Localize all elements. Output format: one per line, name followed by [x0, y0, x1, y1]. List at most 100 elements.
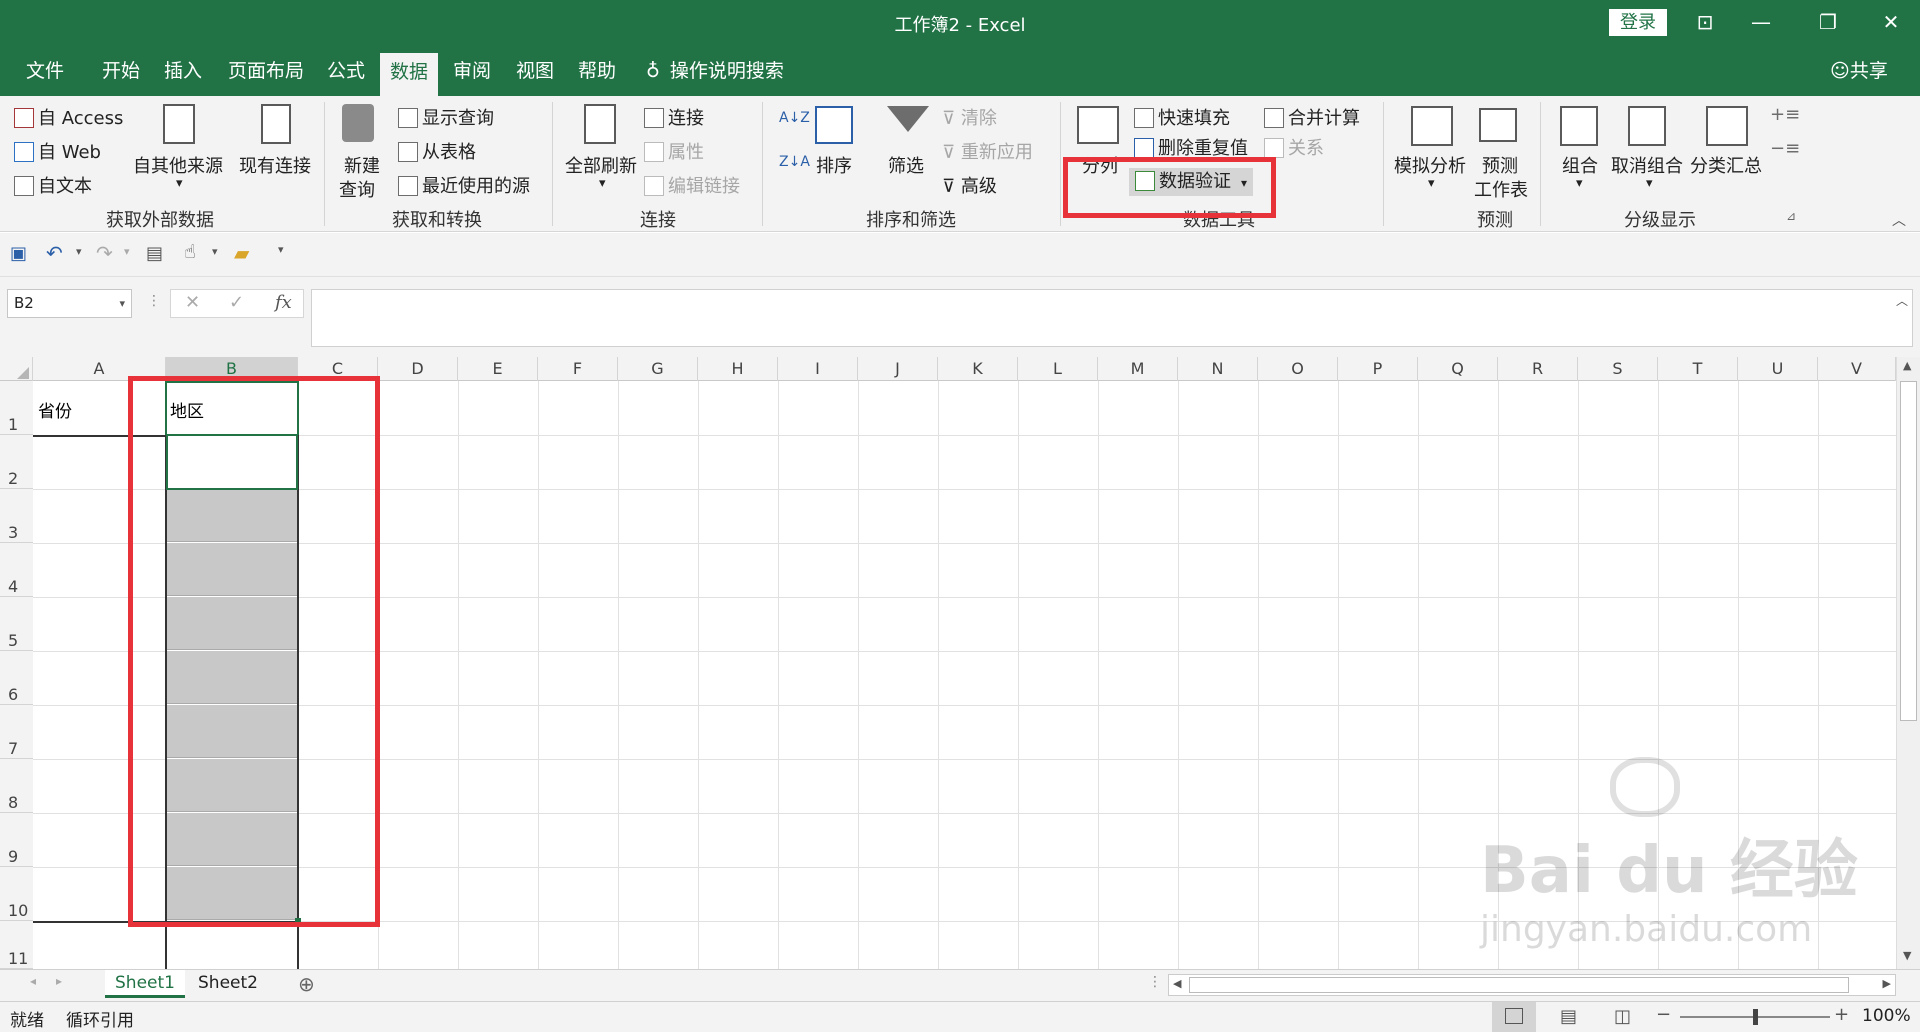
close-icon[interactable]: ✕	[1868, 6, 1914, 38]
show-detail-icon[interactable]: +≡	[1770, 104, 1800, 125]
insert-function-icon[interactable]: fx	[275, 292, 292, 313]
sort-ascending-icon[interactable]: A↓Z	[779, 110, 810, 126]
scroll-thumb[interactable]	[1900, 381, 1917, 721]
filter-button[interactable]: 筛选	[888, 152, 924, 178]
prev-sheet-icon[interactable]: ◂	[30, 974, 36, 988]
login-button[interactable]: 登录	[1609, 9, 1667, 36]
sort-descending-icon[interactable]: Z↓A	[779, 154, 810, 170]
tab-page-layout[interactable]: 页面布局	[228, 56, 304, 92]
column-header-N[interactable]: N	[1178, 357, 1258, 381]
column-header-G[interactable]: G	[618, 357, 698, 381]
column-header-H[interactable]: H	[698, 357, 778, 381]
zoom-slider[interactable]	[1680, 1009, 1830, 1025]
touch-dropdown-icon[interactable]: ▾	[212, 245, 218, 258]
from-text-button[interactable]: 自文本	[14, 172, 92, 198]
column-header-P[interactable]: P	[1338, 357, 1418, 381]
column-header-L[interactable]: L	[1018, 357, 1098, 381]
customize-qat-icon[interactable]: ▾	[278, 243, 284, 256]
column-header-E[interactable]: E	[458, 357, 538, 381]
horizontal-scrollbar[interactable]: ◀ ▶	[1168, 974, 1896, 996]
scroll-left-icon[interactable]: ◀	[1173, 977, 1181, 990]
flash-fill-button[interactable]: 快速填充	[1134, 104, 1230, 130]
advanced-filter-button[interactable]: ⊽ 高级	[942, 172, 997, 198]
page-break-view-icon[interactable]: ◫	[1614, 1006, 1631, 1027]
row-header-2[interactable]: 2	[0, 435, 33, 489]
touch-mode-icon[interactable]: ☝	[184, 241, 196, 263]
next-sheet-icon[interactable]: ▸	[56, 974, 62, 988]
row-header-9[interactable]: 9	[0, 813, 33, 867]
scroll-down-icon[interactable]: ▼	[1903, 949, 1911, 962]
zoom-out-icon[interactable]: −	[1656, 1004, 1671, 1025]
column-header-S[interactable]: S	[1578, 357, 1658, 381]
refresh-all-button[interactable]: 全部刷新	[565, 152, 637, 178]
tab-data[interactable]: 数据	[380, 53, 439, 96]
splitter-icon[interactable]: ⋮	[1148, 974, 1162, 990]
tab-view[interactable]: 视图	[516, 56, 554, 92]
ribbon-display-icon[interactable]: ⊡	[1682, 6, 1728, 38]
hide-detail-icon[interactable]: −≡	[1770, 138, 1800, 159]
print-preview-icon[interactable]: ▤	[146, 243, 163, 264]
column-header-R[interactable]: R	[1498, 357, 1578, 381]
existing-connections-button[interactable]: 现有连接	[239, 152, 311, 178]
scroll-right-icon[interactable]: ▶	[1883, 977, 1891, 990]
minimize-icon[interactable]: —	[1738, 6, 1784, 38]
share-button[interactable]: ☺共享	[1830, 56, 1888, 86]
column-header-T[interactable]: T	[1658, 357, 1738, 381]
column-header-F[interactable]: F	[538, 357, 618, 381]
from-web-button[interactable]: 自 Web	[14, 138, 101, 164]
recent-sources-button[interactable]: 最近使用的源	[398, 172, 530, 198]
page-layout-view-icon[interactable]: ▤	[1560, 1006, 1577, 1027]
collapse-ribbon-icon[interactable]: ︿	[1892, 210, 1906, 230]
ungroup-button[interactable]: 取消组合	[1611, 152, 1683, 178]
select-all-corner[interactable]	[0, 357, 33, 381]
column-header-J[interactable]: J	[858, 357, 938, 381]
tab-home[interactable]: 开始	[102, 56, 140, 92]
restore-icon[interactable]: ❐	[1805, 6, 1851, 38]
zoom-in-icon[interactable]: +	[1834, 1004, 1849, 1025]
zoom-slider-thumb[interactable]	[1753, 1009, 1758, 1025]
tab-formulas[interactable]: 公式	[327, 56, 365, 92]
properties-button[interactable]: 属性	[644, 138, 704, 164]
save-icon[interactable]: ▣	[10, 243, 27, 264]
tell-me-search[interactable]: ♁ 操作说明搜索	[646, 56, 784, 86]
new-query-button-line2[interactable]: 查询	[339, 176, 375, 202]
add-sheet-icon[interactable]: ⊕	[298, 972, 315, 996]
column-header-M[interactable]: M	[1098, 357, 1178, 381]
cancel-icon[interactable]: ✕	[185, 292, 200, 313]
what-if-button[interactable]: 模拟分析	[1394, 152, 1466, 178]
column-header-D[interactable]: D	[378, 357, 458, 381]
row-header-8[interactable]: 8	[0, 759, 33, 813]
row-header-5[interactable]: 5	[0, 597, 33, 651]
undo-dropdown-icon[interactable]: ▾	[76, 245, 82, 258]
new-query-button-line1[interactable]: 新建	[344, 152, 380, 178]
enter-icon[interactable]: ✓	[229, 292, 244, 313]
subtotal-button[interactable]: 分类汇总	[1690, 152, 1762, 178]
show-queries-button[interactable]: 显示查询	[398, 104, 494, 130]
h-scroll-thumb[interactable]	[1189, 977, 1849, 993]
other-sources-button[interactable]: 自其他来源	[133, 152, 223, 178]
row-header-4[interactable]: 4	[0, 543, 33, 597]
forecast-sheet-button-line2[interactable]: 工作表	[1474, 176, 1528, 202]
tab-review[interactable]: 审阅	[453, 56, 491, 92]
sort-button[interactable]: 排序	[816, 152, 852, 178]
column-header-I[interactable]: I	[778, 357, 858, 381]
from-table-button[interactable]: 从表格	[398, 138, 476, 164]
from-access-button[interactable]: 自 Access	[14, 104, 123, 130]
chevron-down-icon[interactable]: ▾	[119, 290, 125, 317]
undo-icon[interactable]: ↶	[46, 241, 63, 265]
cell-A1[interactable]: 省份	[38, 397, 72, 422]
column-header-U[interactable]: U	[1738, 357, 1818, 381]
row-header-3[interactable]: 3	[0, 489, 33, 543]
column-header-Q[interactable]: Q	[1418, 357, 1498, 381]
connections-button[interactable]: 连接	[644, 104, 704, 130]
column-header-K[interactable]: K	[938, 357, 1018, 381]
column-header-V[interactable]: V	[1818, 357, 1896, 381]
row-header-11[interactable]: 11	[0, 921, 33, 969]
reapply-button[interactable]: ⊽ 重新应用	[942, 138, 1033, 164]
forecast-sheet-button-line1[interactable]: 预测	[1482, 152, 1518, 178]
tab-insert[interactable]: 插入	[164, 56, 202, 92]
vertical-scrollbar[interactable]: ▲ ▼	[1896, 357, 1920, 969]
normal-view-button[interactable]	[1492, 1002, 1536, 1032]
open-folder-icon[interactable]: ▰	[234, 241, 249, 265]
tab-help[interactable]: 帮助	[578, 56, 616, 92]
